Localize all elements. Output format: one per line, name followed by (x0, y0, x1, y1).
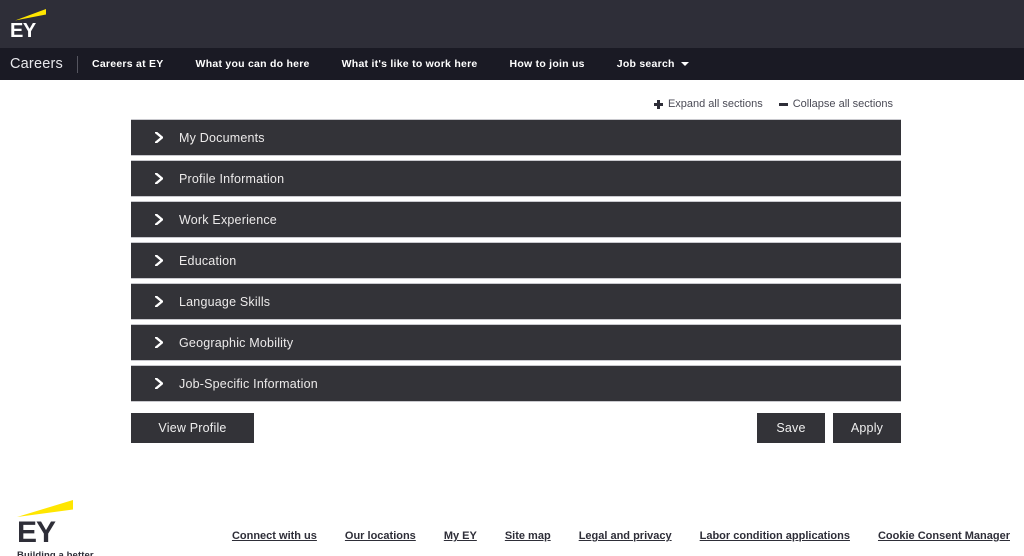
chevron-right-icon (153, 214, 165, 225)
form-actions: View Profile Save Apply (131, 413, 901, 443)
nav-links: Careers at EY What you can do here What … (92, 58, 721, 70)
primary-actions: Save Apply (757, 413, 901, 443)
footer-ey-logo[interactable]: EY Building a better (17, 496, 137, 556)
footer-link-my-ey[interactable]: My EY (444, 530, 477, 542)
footer-link-site-map[interactable]: Site map (505, 530, 551, 542)
accordion-section-education[interactable]: Education (131, 242, 901, 279)
accordion-section-label: Job-Specific Information (179, 376, 318, 391)
footer-link-our-locations[interactable]: Our locations (345, 530, 416, 542)
nav-item-label: Job search (616, 58, 675, 70)
main-content: Expand all sections Collapse all section… (0, 80, 1024, 484)
collapse-all-label: Collapse all sections (792, 98, 893, 110)
footer-link-labor-condition-applications[interactable]: Labor condition applications (700, 530, 850, 542)
expand-all-sections-button[interactable]: Expand all sections (653, 98, 763, 110)
chevron-right-icon (153, 173, 165, 184)
accordion-section-label: My Documents (179, 130, 265, 145)
top-brand-bar: EY (0, 0, 1024, 48)
section-toggle-bar: Expand all sections Collapse all section… (0, 80, 1024, 114)
footer-link-legal-and-privacy[interactable]: Legal and privacy (579, 530, 672, 542)
chevron-right-icon (153, 255, 165, 266)
chevron-right-icon (153, 378, 165, 389)
page-footer: EY Building a better Connect with us Our… (0, 484, 1024, 556)
accordion-section-label: Profile Information (179, 171, 285, 186)
minus-icon (778, 102, 788, 106)
nav-divider (76, 55, 78, 73)
footer-tagline: Building a better (17, 550, 94, 556)
accordion-section-label: Work Experience (179, 212, 277, 227)
nav-brand-careers[interactable]: Careers (10, 56, 77, 72)
accordion-section-label: Language Skills (179, 294, 271, 309)
accordion-section-geographic-mobility[interactable]: Geographic Mobility (131, 324, 901, 361)
nav-item-what-its-like-to-work-here[interactable]: What it's like to work here (342, 58, 478, 70)
ey-logo[interactable]: EY (10, 7, 48, 41)
nav-item-label: Careers at EY (91, 58, 164, 70)
view-profile-button[interactable]: View Profile (131, 413, 254, 443)
chevron-right-icon (153, 337, 165, 348)
chevron-right-icon (153, 132, 165, 143)
nav-item-label: What you can do here (195, 58, 310, 70)
ey-logo-text: EY (10, 20, 36, 42)
accordion-section-language-skills[interactable]: Language Skills (131, 283, 901, 320)
accordion-section-job-specific-information[interactable]: Job-Specific Information (131, 365, 901, 402)
nav-item-what-you-can-do-here[interactable]: What you can do here (196, 58, 310, 70)
accordion-section-my-documents[interactable]: My Documents (131, 119, 901, 156)
profile-accordion: My Documents Profile Information Work Ex… (131, 119, 901, 402)
apply-button[interactable]: Apply (833, 413, 901, 443)
nav-item-label: What it's like to work here (341, 58, 478, 70)
nav-item-careers-at-ey[interactable]: Careers at EY (92, 58, 164, 70)
footer-link-connect-with-us[interactable]: Connect with us (232, 530, 317, 542)
main-navigation: Careers Careers at EY What you can do he… (0, 48, 1024, 80)
collapse-all-sections-button[interactable]: Collapse all sections (778, 98, 893, 110)
accordion-section-profile-information[interactable]: Profile Information (131, 160, 901, 197)
accordion-section-work-experience[interactable]: Work Experience (131, 201, 901, 238)
footer-link-cookie-consent-manager[interactable]: Cookie Consent Manager (878, 530, 1010, 542)
accordion-section-label: Geographic Mobility (179, 335, 294, 350)
ey-beam-icon (17, 500, 73, 517)
footer-links: Connect with us Our locations My EY Site… (0, 530, 1024, 542)
chevron-right-icon (153, 296, 165, 307)
save-button[interactable]: Save (757, 413, 825, 443)
chevron-down-icon (680, 62, 689, 66)
nav-item-label: How to join us (509, 58, 585, 70)
nav-item-job-search[interactable]: Job search (617, 58, 689, 70)
nav-item-how-to-join-us[interactable]: How to join us (510, 58, 585, 70)
expand-all-label: Expand all sections (667, 98, 763, 110)
plus-icon (653, 99, 663, 109)
accordion-section-label: Education (179, 253, 237, 268)
